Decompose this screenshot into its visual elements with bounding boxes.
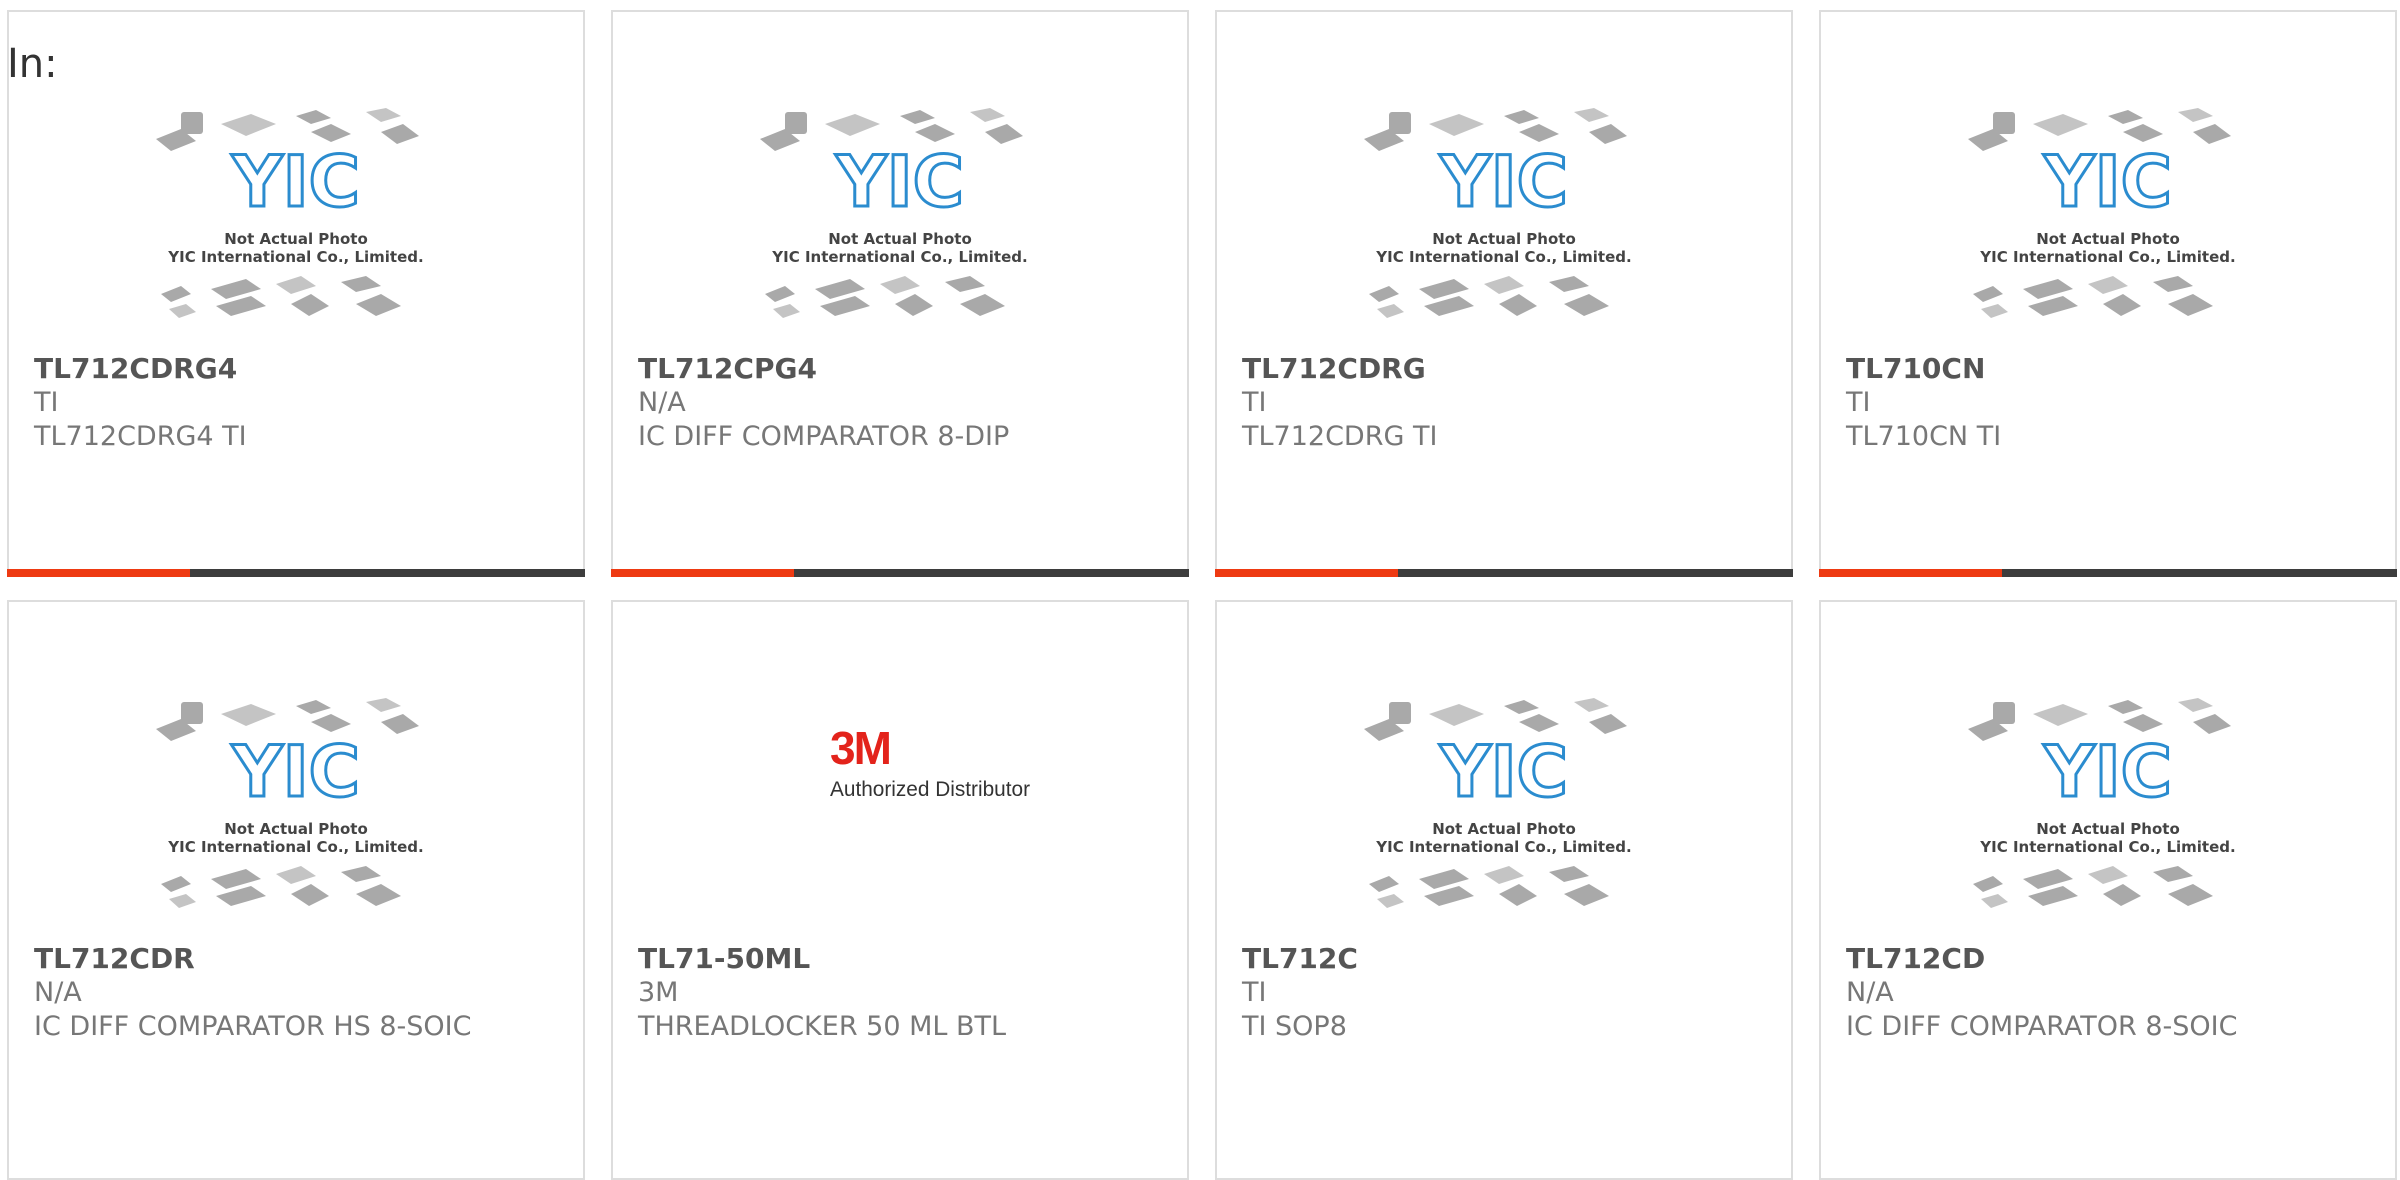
part-number[interactable]: TL712CD	[1846, 942, 1985, 975]
caption-line2: YIC International Co., Limited.	[167, 838, 423, 856]
caption-line1: Not Actual Photo	[224, 230, 368, 248]
description: IC DIFF COMPARATOR 8-DIP	[638, 421, 1010, 452]
chip-icons-bottom	[765, 276, 1005, 318]
description: TI SOP8	[1242, 1011, 1347, 1042]
product-card[interactable]: YIC Not Actual Photo YIC International C…	[7, 600, 585, 1180]
manufacturer: 3M	[638, 977, 679, 1008]
product-grid: YIC Not Actual Photo YIC International C…	[7, 10, 2400, 1180]
yic-logo-icon: YIC	[1439, 731, 1568, 813]
manufacturer: N/A	[34, 977, 82, 1008]
yic-placeholder-image: YIC Not Actual Photo YIC International C…	[1968, 108, 2236, 318]
yic-logo-icon: YIC	[835, 141, 964, 223]
caption-line1: Not Actual Photo	[828, 230, 972, 248]
yic-logo-icon: YIC	[1439, 141, 1568, 223]
description: TL710CN TI	[1846, 421, 2002, 452]
card-bar-accent	[611, 569, 794, 577]
part-number[interactable]: TL712C	[1242, 942, 1358, 975]
manufacturer: TI	[34, 387, 59, 418]
chip-icons-bottom	[1369, 866, 1609, 908]
caption-line1: Not Actual Photo	[1432, 820, 1576, 838]
description: THREADLOCKER 50 ML BTL	[638, 1011, 1007, 1042]
product-card[interactable]: YIC Not Actual Photo YIC International C…	[1819, 600, 2397, 1180]
card-bottom-bar	[1215, 569, 1793, 577]
yic-logo-icon: YIC	[2043, 731, 2172, 813]
product-card[interactable]: 3M Authorized Distributor TL71-50ML 3M T…	[611, 600, 1189, 1180]
yic-placeholder-image: YIC Not Actual Photo YIC International C…	[156, 698, 424, 908]
caption-line1: Not Actual Photo	[1432, 230, 1576, 248]
card-bottom-bar	[611, 569, 1189, 577]
part-number[interactable]: TL712CDRG4	[34, 352, 237, 385]
yic-placeholder-image: YIC Not Actual Photo YIC International C…	[1364, 698, 1632, 908]
chip-icons-bottom	[161, 866, 401, 908]
description: TL712CDRG TI	[1242, 421, 1438, 452]
manufacturer: TI	[1846, 387, 1871, 418]
product-card[interactable]: YIC Not Actual Photo YIC International C…	[1215, 10, 1793, 577]
yic-logo-icon: YIC	[231, 731, 360, 813]
product-image[interactable]: YIC Not Actual Photo YIC International C…	[613, 94, 1187, 354]
part-number[interactable]: TL712CPG4	[638, 352, 817, 385]
product-card[interactable]: YIC Not Actual Photo YIC International C…	[1819, 10, 2397, 577]
card-bottom-bar	[1819, 569, 2397, 577]
product-card[interactable]: YIC Not Actual Photo YIC International C…	[7, 10, 585, 577]
product-card[interactable]: YIC Not Actual Photo YIC International C…	[1215, 600, 1793, 1180]
product-image[interactable]: YIC Not Actual Photo YIC International C…	[9, 94, 583, 354]
yic-placeholder-image: YIC Not Actual Photo YIC International C…	[1968, 698, 2236, 908]
product-image[interactable]: YIC Not Actual Photo YIC International C…	[9, 684, 583, 944]
manufacturer: N/A	[1846, 977, 1894, 1008]
caption-line1: Not Actual Photo	[224, 820, 368, 838]
in-label: In:	[7, 41, 58, 87]
3m-logo-icon: 3M	[830, 722, 890, 774]
caption-line1: Not Actual Photo	[2036, 230, 2180, 248]
yic-placeholder-image: YIC Not Actual Photo YIC International C…	[760, 108, 1028, 318]
product-image[interactable]: YIC Not Actual Photo YIC International C…	[1217, 94, 1791, 354]
caption-line2: YIC International Co., Limited.	[1375, 248, 1631, 266]
caption-line2: YIC International Co., Limited.	[1979, 248, 2235, 266]
3m-logo-image: 3M Authorized Distributor	[830, 722, 1030, 801]
caption-line2: YIC International Co., Limited.	[771, 248, 1027, 266]
part-number[interactable]: TL710CN	[1846, 352, 1985, 385]
yic-placeholder-image: YIC Not Actual Photo YIC International C…	[156, 108, 424, 318]
yic-logo-icon: YIC	[231, 141, 360, 223]
card-bar-accent	[1215, 569, 1398, 577]
chip-icons-bottom	[1973, 276, 2213, 318]
part-number[interactable]: TL712CDR	[34, 942, 195, 975]
caption-line2: YIC International Co., Limited.	[1979, 838, 2235, 856]
chip-icons-bottom	[161, 276, 401, 318]
description: IC DIFF COMPARATOR HS 8-SOIC	[34, 1011, 472, 1042]
part-number[interactable]: TL712CDRG	[1242, 352, 1426, 385]
part-number[interactable]: TL71-50ML	[638, 942, 810, 975]
manufacturer: TI	[1242, 977, 1267, 1008]
product-image[interactable]: YIC Not Actual Photo YIC International C…	[1821, 684, 2395, 944]
caption-line1: Not Actual Photo	[2036, 820, 2180, 838]
description: IC DIFF COMPARATOR 8-SOIC	[1846, 1011, 2238, 1042]
yic-placeholder-image: YIC Not Actual Photo YIC International C…	[1364, 108, 1632, 318]
card-bar-accent	[7, 569, 190, 577]
yic-logo-icon: YIC	[2043, 141, 2172, 223]
product-card[interactable]: YIC Not Actual Photo YIC International C…	[611, 10, 1189, 577]
caption-line2: YIC International Co., Limited.	[167, 248, 423, 266]
chip-icons-bottom	[1369, 276, 1609, 318]
chip-icons-bottom	[1973, 866, 2213, 908]
card-bottom-bar	[7, 569, 585, 577]
product-image[interactable]: 3M Authorized Distributor	[613, 684, 1187, 944]
caption-line2: YIC International Co., Limited.	[1375, 838, 1631, 856]
description: TL712CDRG4 TI	[34, 421, 247, 452]
authorized-distributor-text: Authorized Distributor	[830, 778, 1030, 801]
product-image[interactable]: YIC Not Actual Photo YIC International C…	[1217, 684, 1791, 944]
manufacturer: TI	[1242, 387, 1267, 418]
card-bar-accent	[1819, 569, 2002, 577]
manufacturer: N/A	[638, 387, 686, 418]
product-image[interactable]: YIC Not Actual Photo YIC International C…	[1821, 94, 2395, 354]
